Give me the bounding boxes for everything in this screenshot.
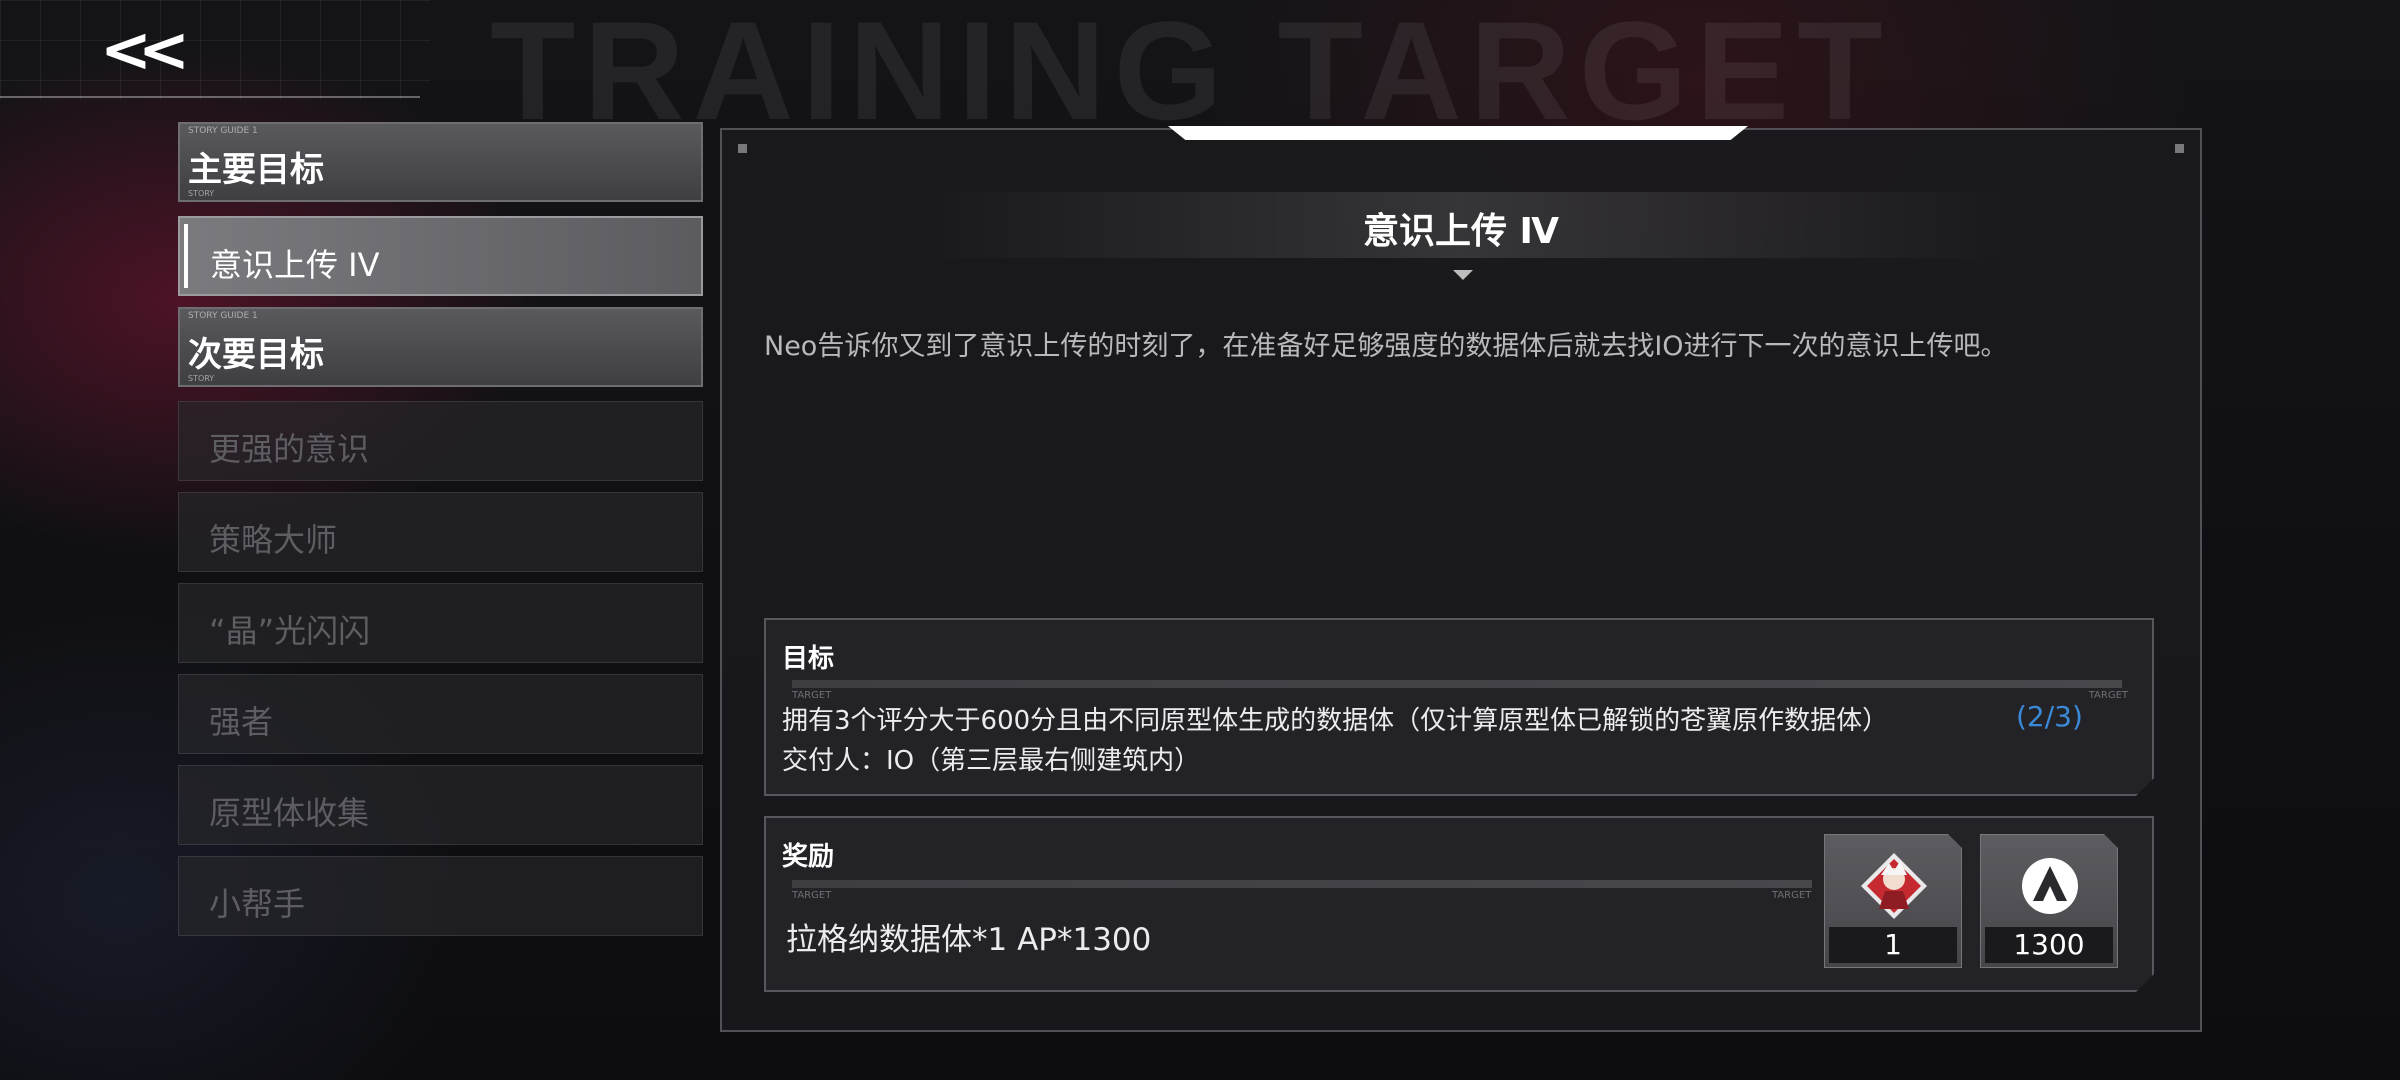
category-subtag: STORY xyxy=(188,189,215,198)
reward-card-ragna[interactable]: 1 xyxy=(1824,834,1962,968)
reward-count: 1 xyxy=(1829,927,1957,963)
goal-text: 拥有3个评分大于600分且由不同原型体生成的数据体（仅计算原型体已解锁的苍翼原作… xyxy=(782,706,1889,736)
category-secondary-goals[interactable]: STORY GUIDE 1 次要目标 STORY xyxy=(178,307,703,387)
title-arrow-icon xyxy=(1453,270,1473,280)
sidebar-item-consciousness-upload[interactable]: 意识上传 IV xyxy=(178,216,703,296)
goal-progress-track xyxy=(792,680,2122,688)
sidebar-item-strategy-master[interactable]: 策略大师 xyxy=(178,492,703,572)
corner-marker xyxy=(2175,144,2184,153)
reward-text: 拉格纳数据体*1 AP*1300 xyxy=(786,922,1152,958)
reward-target-tag: TARGET xyxy=(1772,890,1812,901)
category-tag: STORY GUIDE 1 xyxy=(188,311,258,321)
sidebar-item-label: “晶”光闪闪 xyxy=(209,612,371,650)
panel-top-tab xyxy=(1168,126,1748,140)
sidebar-item-prototype-collection[interactable]: 原型体收集 xyxy=(178,765,703,845)
sidebar-item-label: 小帮手 xyxy=(209,885,306,923)
sidebar-item-stronger-consciousness[interactable]: 更强的意识 xyxy=(178,401,703,481)
reward-card-ap[interactable]: 1300 xyxy=(1980,834,2118,968)
category-label: 次要目标 xyxy=(188,335,324,375)
quest-detail-panel: 意识上传 Ⅳ Neo告诉你又到了意识上传的时刻了，在准备好足够强度的数据体后就去… xyxy=(720,126,2202,1032)
ragna-portrait-icon xyxy=(1859,851,1929,921)
reward-heading: 奖励 xyxy=(782,842,835,872)
sidebar-item-strong-one[interactable]: 强者 xyxy=(178,674,703,754)
goal-heading: 目标 xyxy=(782,644,835,674)
sidebar-item-label: 原型体收集 xyxy=(209,794,370,832)
quest-title: 意识上传 Ⅳ xyxy=(1362,211,1560,252)
goal-box: 目标 TARGET TARGET 拥有3个评分大于600分且由不同原型体生成的数… xyxy=(764,618,2154,796)
reward-count: 1300 xyxy=(1985,927,2113,963)
sidebar-item-label: 策略大师 xyxy=(209,521,338,559)
goal-deliver: 交付人：IO（第三层最右侧建筑内） xyxy=(782,746,1201,776)
sidebar-item-crystal-shine[interactable]: “晶”光闪闪 xyxy=(178,583,703,663)
reward-box: 奖励 TARGET TARGET 拉格纳数据体*1 AP*1300 1 1300 xyxy=(764,816,2154,992)
back-button[interactable]: << xyxy=(100,19,192,81)
sidebar: STORY GUIDE 1 主要目标 STORY 意识上传 IV STORY G… xyxy=(178,122,703,947)
sidebar-item-label: 更强的意识 xyxy=(209,430,370,468)
header-divider xyxy=(0,96,420,98)
sidebar-item-label: 意识上传 IV xyxy=(210,246,380,284)
category-tag: STORY GUIDE 1 xyxy=(188,126,258,136)
goal-progress: (2/3) xyxy=(2016,700,2083,733)
reward-target-tag: TARGET xyxy=(792,890,832,901)
grid-decoration xyxy=(0,0,430,100)
corner-marker xyxy=(738,144,747,153)
sidebar-item-little-helper[interactable]: 小帮手 xyxy=(178,856,703,936)
category-subtag: STORY xyxy=(188,374,215,383)
category-main-goals[interactable]: STORY GUIDE 1 主要目标 STORY xyxy=(178,122,703,202)
ap-logo-icon xyxy=(2015,851,2085,921)
goal-target-tag: TARGET xyxy=(2088,690,2128,701)
quest-description: Neo告诉你又到了意识上传的时刻了，在准备好足够强度的数据体后就去找IO进行下一… xyxy=(764,331,2008,362)
sidebar-item-label: 强者 xyxy=(209,703,274,741)
category-label: 主要目标 xyxy=(188,150,324,190)
reward-progress-track xyxy=(792,880,1812,888)
